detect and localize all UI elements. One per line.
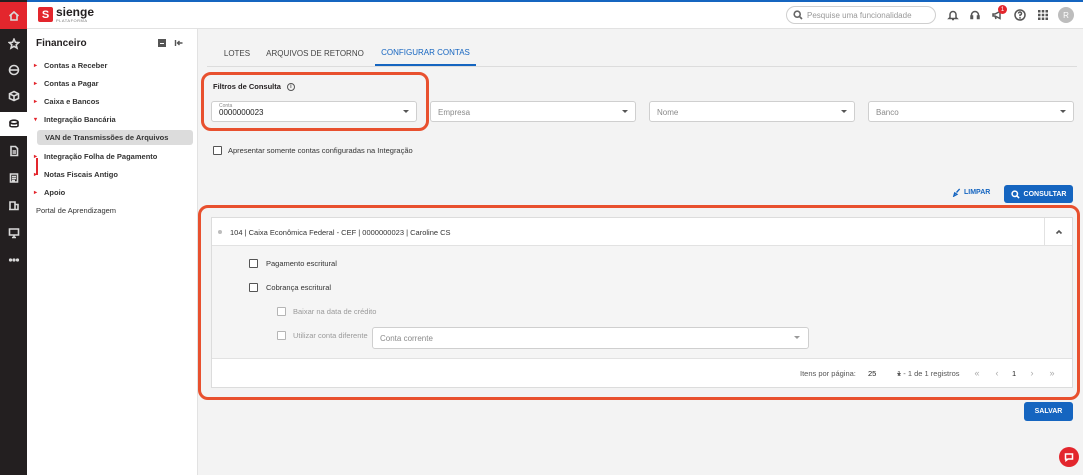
document-icon bbox=[9, 145, 18, 157]
banco-placeholder: Banco bbox=[876, 108, 899, 117]
rail-home[interactable] bbox=[0, 2, 27, 29]
help-icon bbox=[1014, 9, 1026, 21]
notifications-button[interactable] bbox=[946, 8, 960, 22]
chat-icon bbox=[1064, 453, 1074, 462]
rail-more[interactable] bbox=[0, 249, 27, 271]
caret-right-icon: ▸ bbox=[33, 153, 37, 160]
caret-right-icon: ▸ bbox=[33, 98, 37, 105]
caret-down-icon: ▾ bbox=[33, 116, 37, 123]
hide-menu-button[interactable] bbox=[174, 38, 184, 48]
rail-reports[interactable] bbox=[0, 167, 27, 189]
tab-lotes[interactable]: LOTES bbox=[219, 41, 255, 66]
more-icon bbox=[8, 258, 19, 262]
chat-button[interactable] bbox=[1059, 447, 1079, 467]
dropdown-arrow-icon bbox=[841, 110, 847, 113]
headset-icon bbox=[970, 10, 980, 20]
home-icon bbox=[8, 10, 19, 21]
logo-mark: S bbox=[38, 7, 53, 22]
dropdown-arrow-icon bbox=[622, 110, 628, 113]
support-button[interactable] bbox=[968, 8, 982, 22]
top-header: S sienge PLATAFORMA 1 R bbox=[27, 2, 1083, 29]
user-avatar[interactable]: R bbox=[1058, 7, 1074, 23]
caret-right-icon: ▸ bbox=[33, 171, 37, 178]
rail-company[interactable] bbox=[0, 194, 27, 216]
clear-button[interactable]: LIMPAR bbox=[952, 188, 990, 197]
menu-item-contas-receber[interactable]: ▸ Contas a Receber bbox=[27, 58, 198, 72]
apps-button[interactable] bbox=[1036, 8, 1050, 22]
arrow-left-bar-icon bbox=[174, 40, 183, 46]
building-icon bbox=[8, 201, 19, 211]
rail-supplies[interactable] bbox=[0, 85, 27, 107]
menu-item-notas-fiscais[interactable]: ▸ Notas Fiscais Antigo bbox=[27, 167, 198, 181]
money-icon bbox=[8, 119, 19, 128]
nome-select[interactable]: Nome bbox=[649, 101, 855, 122]
module-title: Financeiro bbox=[36, 38, 87, 49]
menu-item-van-transmissoes[interactable]: VAN de Transmissões de Arquivos bbox=[37, 130, 193, 145]
caret-right-icon: ▸ bbox=[33, 189, 37, 196]
banco-select[interactable]: Banco bbox=[868, 101, 1074, 122]
search-icon bbox=[1010, 189, 1020, 199]
only-configured-checkbox[interactable] bbox=[213, 146, 222, 155]
list-icon bbox=[9, 173, 18, 183]
bell-icon bbox=[947, 10, 959, 21]
nome-placeholder: Nome bbox=[657, 108, 679, 117]
rail-financial[interactable] bbox=[0, 112, 27, 136]
menu-item-portal-aprendizagem[interactable]: Portal de Aprendizagem bbox=[27, 203, 198, 217]
menu-item-caixa-bancos[interactable]: ▸ Caixa e Bancos bbox=[27, 94, 198, 108]
dropdown-arrow-icon bbox=[1060, 110, 1066, 113]
search-input[interactable] bbox=[807, 10, 927, 20]
caret-right-icon: ▸ bbox=[33, 62, 37, 69]
tab-configurar-contas[interactable]: CONFIGURAR CONTAS bbox=[375, 41, 476, 66]
menu-item-integracao-folha[interactable]: ▸ Integração Folha de Pagamento bbox=[27, 149, 198, 163]
logo-name: sienge bbox=[56, 5, 95, 19]
star-icon bbox=[7, 38, 20, 50]
rail-dashboard[interactable] bbox=[0, 222, 27, 244]
side-menu: Financeiro ▸ Contas a Receber ▸ Contas a P… bbox=[27, 29, 198, 475]
empresa-placeholder: Empresa bbox=[438, 108, 471, 117]
highlight-filter-box bbox=[201, 72, 429, 131]
search-box[interactable] bbox=[786, 6, 936, 24]
apps-grid-icon bbox=[1038, 10, 1048, 20]
cube-icon bbox=[8, 90, 19, 102]
tabs-divider bbox=[207, 66, 1077, 67]
help-button[interactable] bbox=[1013, 8, 1027, 22]
search-icon bbox=[793, 10, 803, 20]
logo-subtitle: PLATAFORMA bbox=[56, 18, 88, 23]
rail-favorites[interactable] bbox=[0, 33, 27, 55]
save-button[interactable]: SALVAR bbox=[1024, 402, 1073, 421]
caret-right-icon: ▸ bbox=[33, 80, 37, 87]
tab-arquivos-retorno[interactable]: ARQUIVOS DE RETORNO bbox=[265, 41, 365, 66]
monitor-icon bbox=[8, 228, 19, 239]
rail-documents[interactable] bbox=[0, 140, 27, 162]
collapse-icon bbox=[158, 39, 166, 47]
menu-item-contas-pagar[interactable]: ▸ Contas a Pagar bbox=[27, 76, 198, 90]
notification-badge: 1 bbox=[998, 5, 1007, 14]
rail-globe[interactable] bbox=[0, 59, 27, 81]
empresa-select[interactable]: Empresa bbox=[430, 101, 636, 122]
menu-item-apoio[interactable]: ▸ Apoio bbox=[27, 185, 198, 199]
consult-button[interactable]: CONSULTAR bbox=[1004, 185, 1073, 203]
tabs: LOTES ARQUIVOS DE RETORNO CONFIGURAR CON… bbox=[199, 41, 1083, 66]
highlight-account-panel bbox=[198, 205, 1080, 400]
main-content: LOTES ARQUIVOS DE RETORNO CONFIGURAR CON… bbox=[198, 29, 1083, 475]
broom-icon bbox=[952, 188, 961, 197]
only-configured-label: Apresentar somente contas configuradas n… bbox=[228, 146, 413, 155]
collapse-menu-button[interactable] bbox=[157, 38, 167, 48]
app-rail bbox=[0, 0, 27, 475]
sienge-logo[interactable]: S sienge PLATAFORMA bbox=[38, 6, 94, 23]
globe-icon bbox=[8, 64, 19, 76]
menu-item-integracao-bancaria[interactable]: ▾ Integração Bancária bbox=[27, 112, 198, 126]
